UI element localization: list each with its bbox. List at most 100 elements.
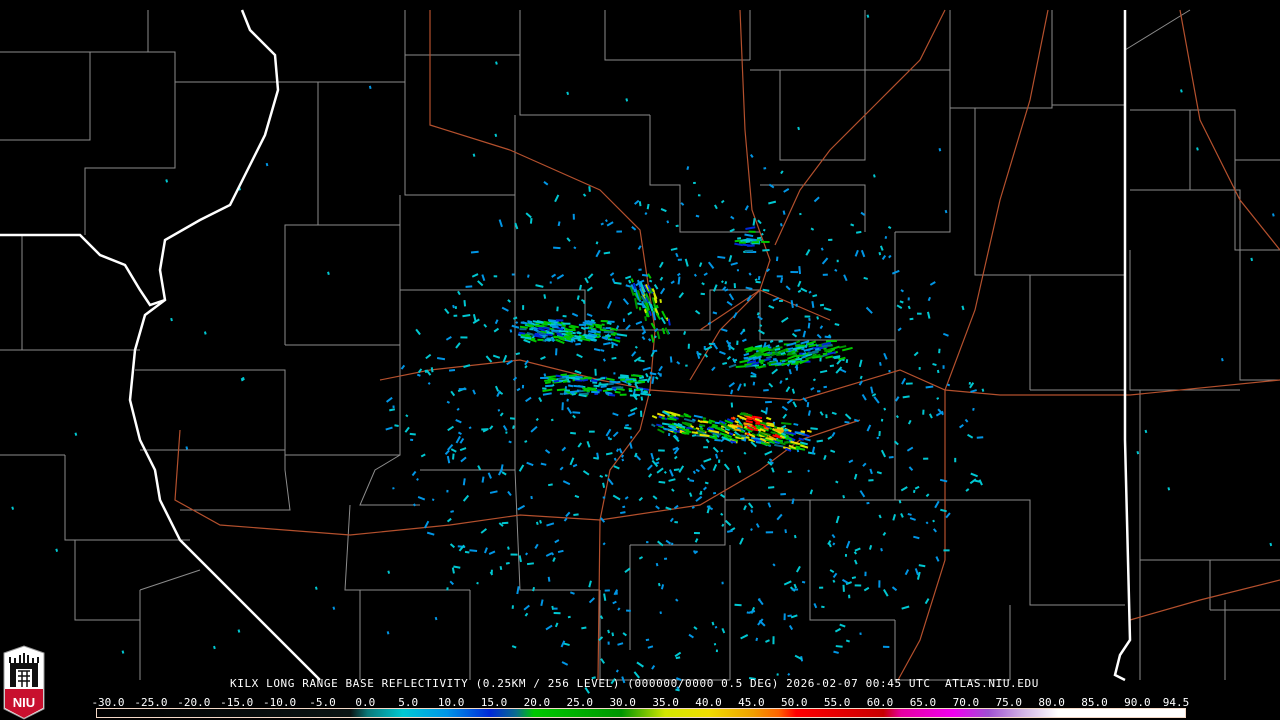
echo-mark	[790, 300, 794, 309]
echo-mark	[573, 246, 577, 250]
echo-mark	[656, 412, 666, 418]
echo-mark	[635, 320, 643, 326]
echo-mark	[816, 439, 824, 443]
echo-mark	[766, 442, 771, 446]
echo-mark	[614, 336, 621, 340]
echo-mark	[793, 583, 797, 589]
echo-mark	[665, 506, 672, 511]
echo-mark	[807, 469, 811, 473]
echo-mark	[764, 450, 773, 456]
echo-mark	[629, 435, 633, 439]
county-line	[809, 545, 895, 621]
county-line	[1139, 390, 1211, 610]
echo-mark	[450, 510, 454, 513]
echo-mark	[612, 338, 621, 343]
echo-mark	[556, 274, 565, 280]
county-line	[344, 504, 470, 591]
echo-mark	[676, 272, 681, 277]
county-line	[400, 195, 516, 291]
echo-mark	[457, 290, 461, 296]
echo-mark	[540, 599, 544, 607]
echo-mark	[494, 133, 498, 138]
echo-mark	[620, 511, 626, 515]
echo-mark	[563, 642, 570, 647]
echo-mark	[714, 438, 721, 442]
echo-mark	[912, 489, 916, 493]
echo-mark	[563, 517, 568, 522]
echo-mark	[648, 473, 653, 478]
echo-mark	[781, 360, 786, 363]
echo-mark	[455, 419, 462, 424]
echo-mark	[557, 549, 564, 554]
echo-mark	[800, 287, 808, 293]
echo-mark	[892, 514, 897, 521]
echo-mark	[976, 436, 984, 439]
echo-mark	[617, 642, 624, 646]
echo-mark	[449, 543, 456, 549]
echo-mark	[862, 462, 867, 467]
echo-mark	[776, 513, 783, 521]
echo-mark	[878, 251, 882, 256]
echo-mark	[745, 364, 753, 368]
echo-mark	[625, 324, 631, 331]
county-line	[1129, 250, 1240, 391]
echo-mark	[469, 549, 478, 552]
echo-mark	[691, 506, 695, 509]
echo-mark	[913, 535, 920, 540]
echo-mark	[772, 346, 783, 350]
echo-mark	[732, 312, 738, 319]
echo-mark	[607, 436, 611, 440]
echo-mark	[460, 456, 467, 463]
echo-mark	[489, 425, 494, 430]
echo-mark	[664, 327, 670, 335]
echo-mark	[829, 569, 835, 574]
echo-mark	[743, 422, 753, 426]
echo-mark	[572, 463, 578, 468]
echo-mark	[821, 605, 825, 609]
echo-mark	[819, 369, 828, 374]
echo-mark	[908, 466, 914, 472]
echo-mark	[518, 331, 526, 335]
echo-mark	[897, 327, 902, 332]
echo-mark	[641, 336, 646, 341]
echo-mark	[841, 346, 853, 352]
echo-mark	[845, 639, 850, 643]
echo-mark	[574, 369, 582, 375]
radar-echoes	[11, 14, 1275, 694]
county-line	[1234, 160, 1280, 251]
echo-mark	[797, 126, 800, 131]
county-line	[359, 454, 420, 506]
echo-mark	[699, 433, 710, 437]
echo-mark	[598, 636, 604, 642]
radar-map[interactable]	[0, 0, 1280, 720]
echo-mark	[835, 515, 840, 524]
echo-mark	[675, 656, 681, 660]
echo-mark	[622, 298, 630, 305]
echo-mark	[602, 358, 606, 362]
echo-mark	[702, 486, 708, 491]
echo-mark	[643, 308, 647, 314]
echo-mark	[929, 281, 936, 286]
echo-mark	[400, 364, 406, 370]
echo-mark	[825, 339, 838, 343]
echo-mark	[721, 628, 726, 634]
echo-mark	[502, 425, 508, 431]
echo-mark	[778, 340, 783, 343]
echo-mark	[669, 414, 675, 418]
echo-mark	[634, 345, 638, 349]
echo-mark	[645, 373, 649, 378]
echo-mark	[659, 298, 662, 304]
echo-mark	[797, 289, 802, 293]
county-line	[1239, 250, 1280, 381]
echo-mark	[526, 461, 534, 467]
state-boundaries	[0, 9, 1132, 682]
echo-mark	[581, 626, 587, 630]
echo-mark	[498, 219, 503, 228]
echo-mark	[631, 350, 637, 357]
echo-mark	[654, 376, 659, 380]
echo-mark	[584, 277, 589, 284]
echo-mark	[743, 352, 750, 357]
echo-mark	[791, 332, 798, 338]
echo-mark	[695, 214, 700, 218]
echo-mark	[932, 519, 935, 523]
